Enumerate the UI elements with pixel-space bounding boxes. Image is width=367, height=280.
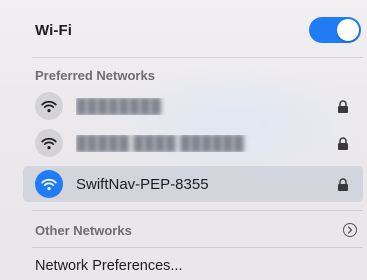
divider [32, 247, 363, 248]
preferred-networks-header: Preferred Networks [35, 67, 155, 83]
wifi-toggle-switch[interactable] [309, 17, 361, 43]
lock-icon [338, 99, 348, 113]
other-networks-label: Other Networks [35, 222, 132, 238]
lock-icon [338, 177, 348, 191]
wifi-icon [35, 92, 63, 120]
network-name: ████████ [76, 97, 162, 115]
wifi-icon [35, 129, 63, 157]
lock-icon [338, 136, 348, 150]
wifi-toggle-row: Wi-Fi [0, 12, 367, 48]
wifi-title: Wi-Fi [35, 21, 73, 39]
network-item-connected[interactable]: SwiftNav-PEP-8355 [23, 166, 363, 202]
toggle-knob [337, 19, 359, 41]
network-name: █████ ████ ██████ [76, 134, 244, 152]
wifi-menu-panel: Wi-Fi Preferred Networks ████████ █████ … [0, 0, 367, 280]
network-item[interactable]: █████ ████ ██████ [0, 127, 367, 159]
network-name: SwiftNav-PEP-8355 [76, 175, 209, 193]
chevron-right-circle-icon[interactable] [343, 223, 357, 237]
wifi-icon [35, 170, 63, 198]
network-item[interactable]: ████████ [0, 90, 367, 122]
other-networks-row[interactable]: Other Networks [0, 218, 367, 242]
network-preferences-item[interactable]: Network Preferences... [0, 255, 367, 277]
divider [32, 210, 363, 211]
divider [32, 57, 363, 58]
